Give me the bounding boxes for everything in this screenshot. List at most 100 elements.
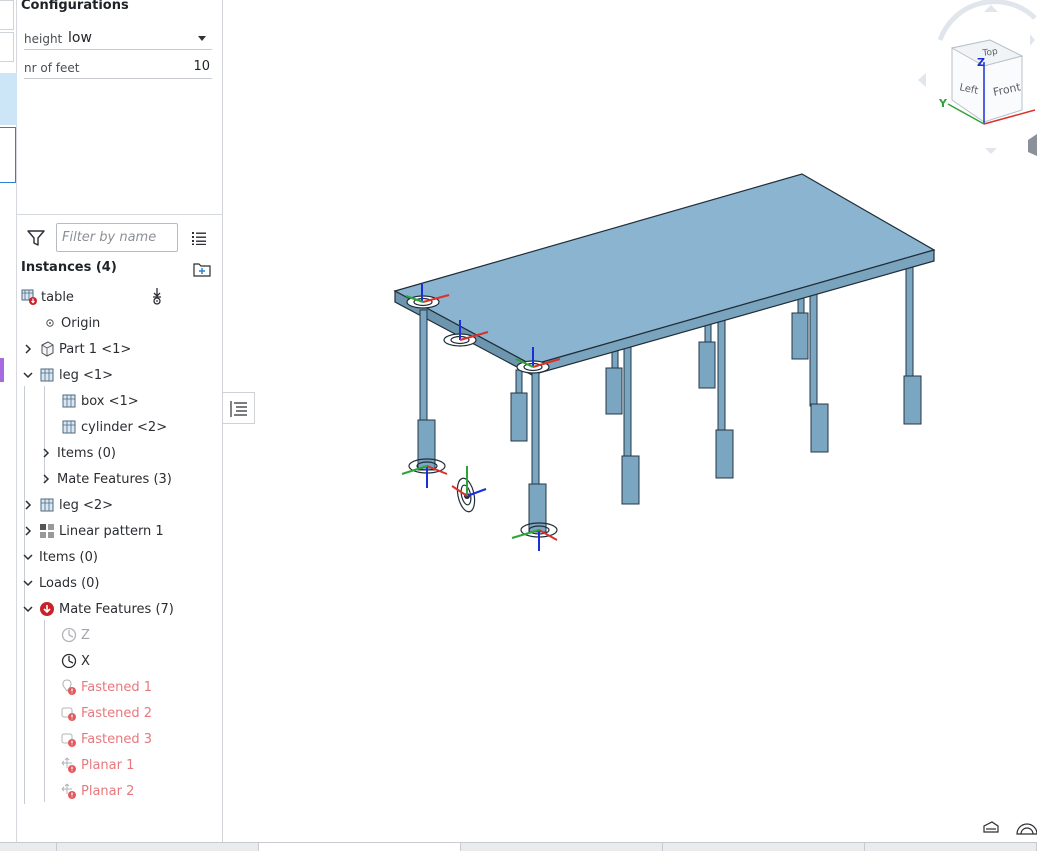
assembly-icon bbox=[39, 367, 55, 383]
tree-item-origin[interactable]: Origin bbox=[45, 312, 100, 334]
chevron-down-icon[interactable] bbox=[21, 368, 35, 382]
list-view-icon[interactable] bbox=[192, 231, 206, 245]
part-icon bbox=[39, 341, 55, 357]
assembly-icon bbox=[61, 393, 77, 409]
tab-document[interactable] bbox=[57, 843, 259, 851]
chevron-right-icon[interactable] bbox=[39, 472, 53, 486]
tab-document[interactable] bbox=[865, 843, 1037, 851]
tree-label: table bbox=[41, 289, 74, 305]
filter-icon[interactable] bbox=[27, 229, 45, 247]
document-tab-bar bbox=[0, 842, 1037, 851]
tree-item-leg1-mates[interactable]: Mate Features (3) bbox=[39, 468, 172, 490]
feet-input-value[interactable]: 10 bbox=[193, 59, 210, 74]
tree-item-loads[interactable]: Loads (0) bbox=[21, 572, 100, 594]
chevron-down-icon[interactable] bbox=[198, 36, 206, 41]
pattern-icon bbox=[39, 523, 55, 539]
instance-panel: Configurations height low nr of feet 10 … bbox=[17, 0, 223, 842]
tab-document[interactable] bbox=[663, 843, 865, 851]
tab-document-active[interactable] bbox=[259, 843, 461, 851]
chevron-down-icon[interactable] bbox=[21, 576, 35, 590]
graphics-viewport[interactable]: Top Left Front Z Y bbox=[224, 0, 1037, 842]
tree-guide bbox=[44, 620, 45, 802]
height-config-row[interactable]: height low bbox=[24, 28, 212, 50]
axis-y-label: Y bbox=[938, 97, 948, 110]
fastened-error-icon bbox=[61, 731, 77, 747]
tree-item-mate-features[interactable]: Mate Features (7) bbox=[21, 598, 174, 620]
tree-item-mate-z[interactable]: Z bbox=[61, 624, 90, 646]
tree-item-mate-x[interactable]: X bbox=[61, 650, 90, 672]
edge-selected-box[interactable] bbox=[0, 127, 16, 183]
collapse-panel-button[interactable] bbox=[223, 392, 255, 424]
assembly-icon bbox=[61, 419, 77, 435]
assembly-model[interactable]: Top Left Front Z Y bbox=[224, 0, 1037, 842]
tree-label: Mate Features (7) bbox=[59, 601, 174, 617]
app-root: Configurations height low nr of feet 10 … bbox=[0, 0, 1037, 851]
feet-config-row[interactable]: nr of feet 10 bbox=[24, 57, 212, 79]
height-label: height bbox=[24, 32, 63, 46]
fix-pin-icon[interactable] bbox=[151, 288, 163, 306]
axis-z-label: Z bbox=[977, 56, 985, 69]
configurations-title: Configurations bbox=[21, 0, 129, 13]
chevron-right-icon[interactable] bbox=[21, 498, 35, 512]
tree-item-fastened2[interactable]: Fastened 2 bbox=[61, 702, 152, 724]
measure-icons[interactable] bbox=[983, 821, 1037, 835]
edge-box bbox=[0, 0, 14, 30]
chevron-down-icon[interactable] bbox=[21, 550, 35, 564]
tree-item-cylinder2[interactable]: cylinder <2> bbox=[61, 416, 167, 438]
origin-icon bbox=[45, 315, 57, 331]
assembly-icon bbox=[39, 497, 55, 513]
table-top bbox=[393, 173, 936, 376]
tree-item-box1[interactable]: box <1> bbox=[61, 390, 139, 412]
tree-label: leg <1> bbox=[59, 367, 114, 383]
panel-divider bbox=[17, 214, 223, 215]
tree-item-leg1-items[interactable]: Items (0) bbox=[39, 442, 116, 464]
tree-label: Fastened 3 bbox=[81, 731, 153, 747]
chevron-down-icon[interactable] bbox=[21, 602, 35, 616]
edge-marker bbox=[0, 358, 4, 382]
tree-label: Fastened 1 bbox=[81, 679, 153, 695]
tree-item-fastened1[interactable]: Fastened 1 bbox=[61, 676, 152, 698]
left-edge-pane bbox=[0, 0, 17, 842]
tree-item-linear-pattern[interactable]: Linear pattern 1 bbox=[21, 520, 164, 542]
tree-label: Fastened 2 bbox=[81, 705, 153, 721]
filter-input[interactable]: Filter by name bbox=[56, 223, 178, 252]
view-cube[interactable]: Top Left Front Z Y bbox=[918, 0, 1037, 156]
edge-highlight bbox=[0, 73, 17, 125]
add-folder-icon[interactable] bbox=[193, 262, 211, 277]
tree-label: Part 1 <1> bbox=[59, 341, 132, 357]
tree-item-leg2[interactable]: leg <2> bbox=[21, 494, 113, 516]
tree-guide bbox=[24, 386, 25, 804]
tree-label: Loads (0) bbox=[39, 575, 100, 591]
planar-error-icon bbox=[61, 783, 77, 799]
chevron-right-icon[interactable] bbox=[21, 342, 35, 356]
tree-label: Linear pattern 1 bbox=[59, 523, 164, 539]
edge-box bbox=[0, 32, 14, 62]
instances-title: Instances (4) bbox=[21, 260, 117, 275]
tree-label: Planar 2 bbox=[81, 783, 135, 799]
tree-label: Mate Features (3) bbox=[57, 471, 172, 487]
revolute-icon bbox=[61, 627, 77, 643]
list-tree-icon bbox=[230, 401, 247, 417]
tree-label: leg <2> bbox=[59, 497, 114, 513]
tree-item-items[interactable]: Items (0) bbox=[21, 546, 98, 568]
tree-label: Planar 1 bbox=[81, 757, 135, 773]
tree-label: Z bbox=[81, 627, 90, 643]
tree-item-planar1[interactable]: Planar 1 bbox=[61, 754, 134, 776]
tree-item-table[interactable]: table bbox=[21, 286, 74, 308]
chevron-right-icon[interactable] bbox=[21, 524, 35, 538]
fastened-error-icon bbox=[61, 679, 77, 695]
tree-item-planar2[interactable]: Planar 2 bbox=[61, 780, 134, 802]
assembly-error-icon bbox=[21, 289, 37, 305]
tree-label: box <1> bbox=[81, 393, 139, 409]
tree-label: cylinder <2> bbox=[81, 419, 168, 435]
tree-item-part1[interactable]: Part 1 <1> bbox=[21, 338, 131, 360]
tree-item-leg1[interactable]: leg <1> bbox=[21, 364, 113, 386]
revolute-icon bbox=[61, 653, 77, 669]
chevron-right-icon[interactable] bbox=[39, 446, 53, 460]
tree-item-fastened3[interactable]: Fastened 3 bbox=[61, 728, 152, 750]
planar-error-icon bbox=[61, 757, 77, 773]
tab-add[interactable] bbox=[0, 843, 57, 851]
tab-document[interactable] bbox=[461, 843, 663, 851]
height-select-value[interactable]: low bbox=[68, 30, 92, 46]
fastened-error-icon bbox=[61, 705, 77, 721]
